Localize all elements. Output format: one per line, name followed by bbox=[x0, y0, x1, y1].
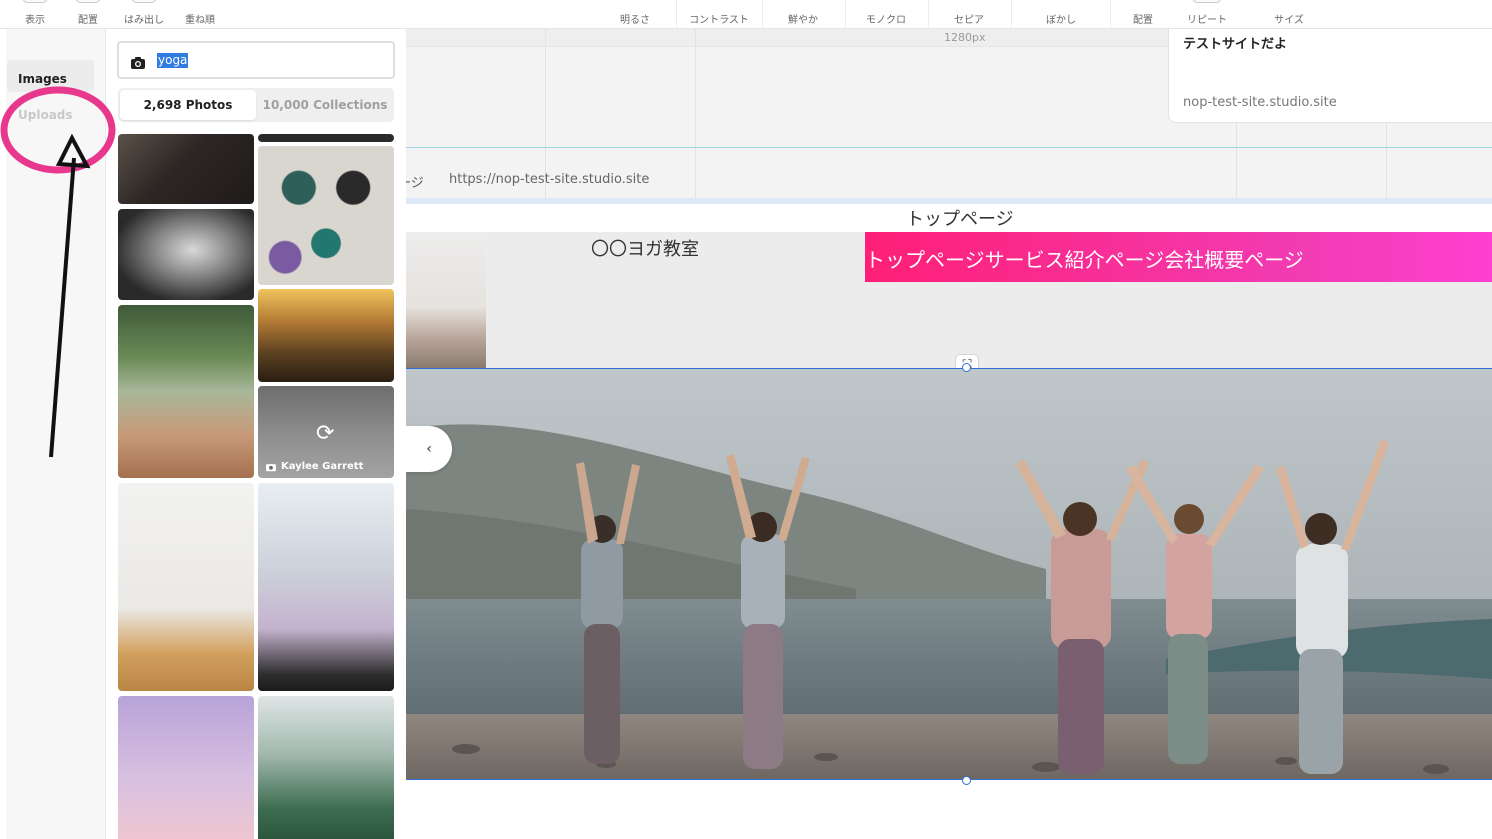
preview-title: テストサイトだよ bbox=[1183, 37, 1288, 52]
toolbar-label-overflow[interactable]: はみ出し bbox=[124, 11, 164, 26]
photo-thumbnail[interactable] bbox=[258, 134, 394, 142]
toolbar-label-contrast[interactable]: コントラスト bbox=[689, 11, 749, 26]
resize-handle-top[interactable] bbox=[962, 363, 971, 372]
photo-thumbnail[interactable] bbox=[118, 483, 254, 691]
photographer-name: Kaylee Garrett bbox=[281, 461, 364, 472]
sidebar-edge bbox=[0, 29, 6, 839]
photo-thumbnail[interactable] bbox=[258, 289, 394, 382]
page-name-label[interactable]: ージ bbox=[406, 172, 424, 191]
photo-thumbnail[interactable] bbox=[118, 209, 254, 300]
preview-url: nop-test-site.studio.site bbox=[1183, 95, 1337, 110]
site-preview-card[interactable]: テストサイトだよ nop-test-site.studio.site bbox=[1168, 29, 1492, 123]
page-title[interactable]: トップページ bbox=[906, 205, 1014, 231]
divider bbox=[676, 0, 677, 29]
toolbar-button-repeat[interactable] bbox=[1192, 0, 1222, 3]
header-section[interactable]: 〇〇ヨガ教室 トップページサービス紹介ページ会社概要ページ ⛶ bbox=[406, 232, 1492, 378]
toolbar-label-size[interactable]: サイズ bbox=[1274, 11, 1304, 26]
search-value: yoga bbox=[157, 53, 189, 68]
tab-collections[interactable]: 10,000 Collections bbox=[258, 90, 392, 120]
navigation-bar[interactable]: トップページサービス紹介ページ会社概要ページ bbox=[865, 232, 1492, 282]
image-search-panel: yoga 2,698 Photos 10,000 Collections ⟳ K… bbox=[106, 29, 406, 839]
photo-credit[interactable]: Kaylee Garrett bbox=[266, 461, 363, 472]
toolbar-label-mono[interactable]: モノクロ bbox=[866, 11, 906, 26]
resize-handle-bottom[interactable] bbox=[962, 776, 971, 785]
photo-thumbnail[interactable] bbox=[258, 483, 394, 691]
page-url[interactable]: https://nop-test-site.studio.site bbox=[449, 172, 649, 187]
divider bbox=[845, 0, 846, 29]
tab-images[interactable]: Images bbox=[7, 60, 94, 92]
photo-thumbnail[interactable] bbox=[258, 696, 394, 839]
toolbar-button-overflow[interactable] bbox=[131, 0, 157, 3]
photo-thumbnail[interactable] bbox=[258, 146, 394, 285]
divider bbox=[762, 0, 763, 29]
toolbar-label-sepia[interactable]: セピア bbox=[954, 11, 984, 26]
toolbar-label-stack-order[interactable]: 重ね順 bbox=[185, 11, 215, 26]
divider bbox=[1110, 0, 1111, 29]
toolbar-button-display[interactable] bbox=[22, 0, 48, 3]
toolbar-label-repeat[interactable]: リピート bbox=[1187, 11, 1227, 26]
divider bbox=[928, 0, 929, 29]
hero-image-selected[interactable] bbox=[406, 368, 1492, 780]
page-preview: トップページ 〇〇ヨガ教室 トップページサービス紹介ページ会社概要ページ ⛶ bbox=[406, 204, 1492, 839]
search-input[interactable]: yoga bbox=[117, 41, 395, 79]
toolbar-label-layout[interactable]: 配置 bbox=[78, 11, 98, 26]
photo-results-grid: ⟳ Kaylee Garrett bbox=[106, 134, 406, 839]
toolbar-label-blur[interactable]: ぼかし bbox=[1046, 11, 1076, 26]
guide-line bbox=[695, 29, 696, 204]
camera-icon bbox=[131, 54, 145, 73]
photo-thumbnail-hovered[interactable]: ⟳ Kaylee Garrett bbox=[258, 386, 394, 478]
header-image[interactable] bbox=[406, 232, 486, 368]
toolbar-label-brightness[interactable]: 明るさ bbox=[620, 11, 650, 26]
guide-line bbox=[406, 147, 1492, 148]
tab-uploads[interactable]: Uploads bbox=[18, 108, 73, 122]
result-type-toggle: 2,698 Photos 10,000 Collections bbox=[118, 88, 394, 122]
collapse-panel-button[interactable]: ‹ bbox=[406, 426, 452, 472]
navigation-links[interactable]: トップページサービス紹介ページ会社概要ページ bbox=[865, 244, 1304, 273]
camera-icon bbox=[266, 463, 276, 471]
photo-thumbnail[interactable] bbox=[118, 134, 254, 204]
divider bbox=[1011, 0, 1012, 29]
toolbar-label-vivid[interactable]: 鮮やか bbox=[788, 11, 818, 26]
beach-yoga-photo bbox=[406, 369, 1492, 779]
toolbar-button-layout[interactable] bbox=[75, 0, 101, 3]
image-settings-toolbar: 表示 配置 はみ出し 重ね順 明るさ コントラスト 鮮やか モノクロ セピア ぼ… bbox=[0, 0, 1492, 29]
canvas-width-label: 1280px bbox=[944, 31, 986, 44]
editor-canvas: 1280px テストサイトだよ nop-test-site.studio.sit… bbox=[406, 29, 1492, 839]
asset-source-sidebar: Images Uploads bbox=[0, 29, 106, 839]
tab-photos[interactable]: 2,698 Photos bbox=[120, 90, 256, 120]
refresh-icon[interactable]: ⟳ bbox=[316, 421, 334, 446]
photo-thumbnail[interactable] bbox=[118, 696, 254, 839]
site-name[interactable]: 〇〇ヨガ教室 bbox=[591, 235, 699, 261]
photo-thumbnail[interactable] bbox=[118, 305, 254, 478]
toolbar-label-position[interactable]: 配置 bbox=[1133, 11, 1153, 26]
toolbar-label-display[interactable]: 表示 bbox=[25, 11, 45, 26]
